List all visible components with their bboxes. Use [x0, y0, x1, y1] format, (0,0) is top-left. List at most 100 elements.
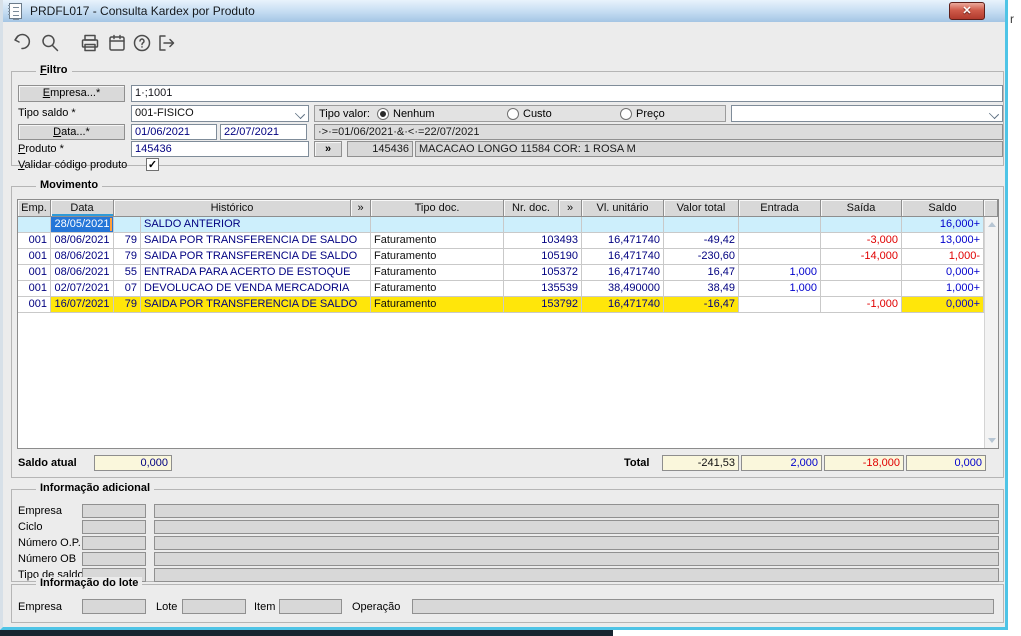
cell-valor-total[interactable]: 38,49	[664, 281, 739, 297]
cell-data[interactable]: 16/07/2021	[51, 297, 114, 313]
cell-nr-doc[interactable]	[504, 217, 582, 233]
cell-hist[interactable]: SAIDA POR TRANSFERENCIA DE SALDO	[141, 233, 371, 249]
cell-nr-doc[interactable]: 103493	[504, 233, 582, 249]
cell-hist[interactable]: SALDO ANTERIOR	[141, 217, 371, 233]
col-header-tipo-doc[interactable]: Tipo doc.	[371, 200, 504, 217]
empresa-button[interactable]: Empresa...*	[18, 85, 125, 102]
cell-saida[interactable]: -14,000	[821, 249, 902, 265]
cell-hist[interactable]: SAIDA POR TRANSFERENCIA DE SALDO	[141, 249, 371, 265]
calendar-icon[interactable]	[106, 32, 128, 54]
cell-entrada[interactable]	[739, 297, 821, 313]
cell-entrada[interactable]	[739, 217, 821, 233]
grid-row[interactable]: 00116/07/202179SAIDA POR TRANSFERENCIA D…	[18, 297, 984, 313]
cell-tipo-doc[interactable]	[371, 217, 504, 233]
cell-valor-total[interactable]: 16,47	[664, 265, 739, 281]
cell-tipo-doc[interactable]: Faturamento	[371, 281, 504, 297]
cell-data[interactable]: 08/06/2021	[51, 249, 114, 265]
cell-hist-code[interactable]: 79	[114, 233, 141, 249]
cell-nr-doc[interactable]: 105190	[504, 249, 582, 265]
cell-saldo[interactable]: 0,000+	[902, 265, 984, 281]
cell-saida[interactable]	[821, 281, 902, 297]
cell-vl-unit[interactable]	[582, 217, 664, 233]
cell-saida[interactable]	[821, 265, 902, 281]
cell-saldo[interactable]: 1,000-	[902, 249, 984, 265]
grid-row[interactable]: 00102/07/202107DEVOLUCAO DE VENDA MERCAD…	[18, 281, 984, 297]
title-bar[interactable]: PRDFL017 - Consulta Kardex por Produto ✕	[3, 0, 1005, 22]
grid-row[interactable]: 00108/06/202155ENTRADA PARA ACERTO DE ES…	[18, 265, 984, 281]
scroll-down-icon[interactable]	[988, 438, 996, 443]
help-icon[interactable]	[131, 32, 153, 54]
col-header-data[interactable]: Data	[51, 200, 114, 217]
date-to-input[interactable]: 22/07/2021	[220, 124, 307, 140]
cell-hist[interactable]: SAIDA POR TRANSFERENCIA DE SALDO	[141, 297, 371, 313]
cell-valor-total[interactable]: -230,60	[664, 249, 739, 265]
cell-nr-doc[interactable]: 153792	[504, 297, 582, 313]
radio-custo[interactable]	[507, 108, 519, 120]
col-header-saldo[interactable]: Saldo	[902, 200, 984, 217]
radio-nenhum[interactable]	[377, 108, 389, 120]
produto-expand-button[interactable]: »	[314, 141, 342, 157]
search-icon[interactable]	[39, 32, 61, 54]
cell-data[interactable]: 28/05/2021	[51, 217, 114, 233]
cell-nr-doc[interactable]: 105372	[504, 265, 582, 281]
cell-emp[interactable]: 001	[18, 249, 51, 265]
cell-emp[interactable]: 001	[18, 265, 51, 281]
tipo-saldo-select[interactable]: 001-FISICO	[131, 105, 309, 122]
col-header-entrada[interactable]: Entrada	[739, 200, 821, 217]
cell-hist-code[interactable]: 07	[114, 281, 141, 297]
cell-emp[interactable]	[18, 217, 51, 233]
print-icon[interactable]	[79, 32, 101, 54]
col-header-nr-doc[interactable]: Nr. doc.	[504, 200, 559, 217]
cell-emp[interactable]: 001	[18, 281, 51, 297]
cell-data[interactable]: 08/06/2021	[51, 265, 114, 281]
cell-vl-unit[interactable]: 16,471740	[582, 297, 664, 313]
cell-data[interactable]: 02/07/2021	[51, 281, 114, 297]
cell-entrada[interactable]: 1,000	[739, 281, 821, 297]
cell-entrada[interactable]	[739, 233, 821, 249]
col-header-emp[interactable]: Emp.	[18, 200, 51, 217]
radio-preco-label[interactable]: Preço	[636, 108, 665, 120]
empresa-input[interactable]: 1·;1001	[131, 85, 1003, 102]
exit-icon[interactable]	[155, 32, 177, 54]
vertical-scrollbar[interactable]	[984, 217, 998, 448]
cell-vl-unit[interactable]: 16,471740	[582, 249, 664, 265]
cell-tipo-doc[interactable]: Faturamento	[371, 265, 504, 281]
cell-valor-total[interactable]	[664, 217, 739, 233]
cell-saida[interactable]	[821, 217, 902, 233]
cell-valor-total[interactable]: -49,42	[664, 233, 739, 249]
data-button[interactable]: Data...*	[18, 124, 125, 140]
grid-row[interactable]: 00108/06/202179SAIDA POR TRANSFERENCIA D…	[18, 249, 984, 265]
cell-emp[interactable]: 001	[18, 233, 51, 249]
cell-vl-unit[interactable]: 16,471740	[582, 233, 664, 249]
col-header-historico[interactable]: Histórico	[114, 200, 351, 217]
cell-saldo[interactable]: 13,000+	[902, 233, 984, 249]
cell-nr-doc[interactable]: 135539	[504, 281, 582, 297]
cell-entrada[interactable]	[739, 249, 821, 265]
produto-input[interactable]: 145436	[131, 141, 309, 157]
cell-hist-code[interactable]: 79	[114, 249, 141, 265]
col-header-expand-2[interactable]: »	[559, 200, 582, 217]
col-header-vl-unitario[interactable]: Vl. unitário	[582, 200, 664, 217]
radio-custo-label[interactable]: Custo	[523, 108, 552, 120]
scroll-up-icon[interactable]	[988, 222, 996, 227]
radio-nenhum-label[interactable]: Nenhum	[393, 108, 435, 120]
col-header-expand[interactable]: »	[351, 200, 371, 217]
cell-valor-total[interactable]: -16,47	[664, 297, 739, 313]
cell-tipo-doc[interactable]: Faturamento	[371, 297, 504, 313]
col-header-saida[interactable]: Saída	[821, 200, 902, 217]
cell-saldo[interactable]: 1,000+	[902, 281, 984, 297]
validar-checkbox[interactable]: ✓	[146, 158, 159, 171]
cell-hist[interactable]: ENTRADA PARA ACERTO DE ESTOQUE	[141, 265, 371, 281]
cell-tipo-doc[interactable]: Faturamento	[371, 233, 504, 249]
cell-hist-code[interactable]: 79	[114, 297, 141, 313]
grid-row[interactable]: 28/05/2021 SALDO ANTERIOR 16,000+	[18, 217, 984, 233]
cell-saida[interactable]: -3,000	[821, 233, 902, 249]
cell-emp[interactable]: 001	[18, 297, 51, 313]
grid-row[interactable]: 00108/06/202179SAIDA POR TRANSFERENCIA D…	[18, 233, 984, 249]
cell-hist-code[interactable]: 55	[114, 265, 141, 281]
radio-preco[interactable]	[620, 108, 632, 120]
cell-vl-unit[interactable]: 38,490000	[582, 281, 664, 297]
cell-saldo[interactable]: 16,000+	[902, 217, 984, 233]
close-button[interactable]: ✕	[949, 2, 985, 20]
cell-hist-code[interactable]	[114, 217, 141, 233]
